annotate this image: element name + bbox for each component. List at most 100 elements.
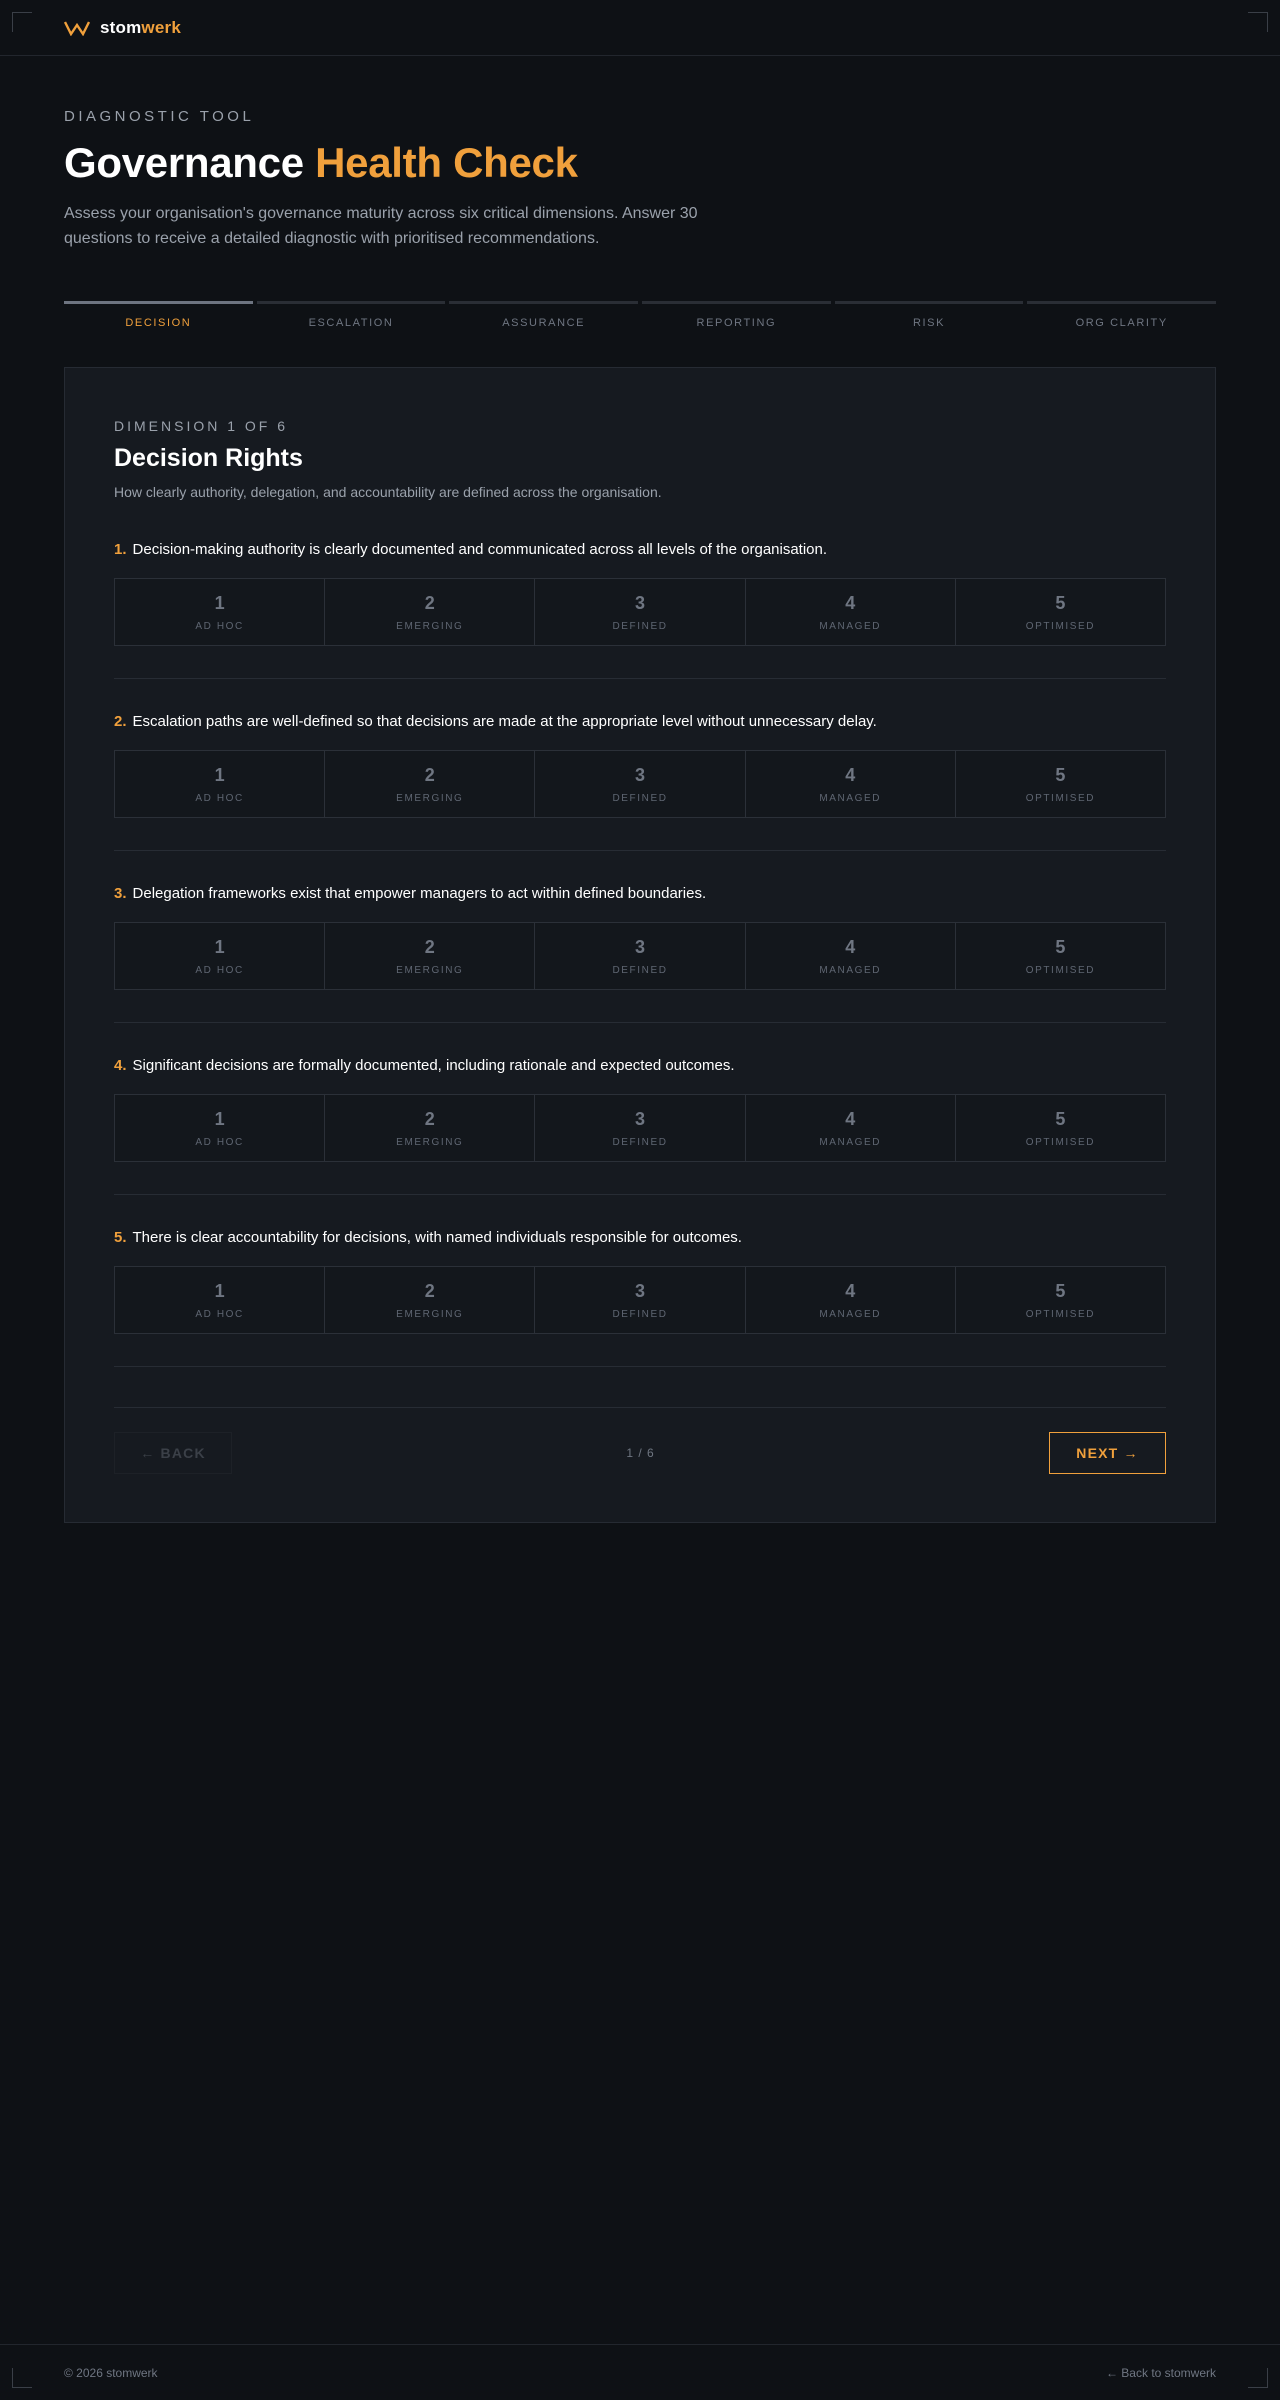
rating-scale: 1 AD HOC 2 EMERGING 3 DEFINED 4 MANAGED 5 OPTIMIS… [114, 1266, 1166, 1334]
rating-value: 5 [1055, 592, 1066, 613]
rating-option-1[interactable]: 1 AD HOC [115, 579, 326, 645]
rating-value: 1 [214, 592, 225, 613]
question-number: 1. [114, 541, 127, 558]
step-tab-risk[interactable]: RISK [834, 301, 1024, 329]
question-text: 1. Decision-making authority is clearly d… [114, 540, 1166, 560]
corner-mark [1248, 12, 1268, 32]
rating-option-1[interactable]: 1 AD HOC [115, 1267, 326, 1333]
rating-value: 2 [424, 764, 435, 785]
rating-label: MANAGED [819, 1136, 882, 1148]
rating-option-1[interactable]: 1 AD HOC [115, 751, 326, 817]
rating-option-5[interactable]: 5 OPTIMISED [955, 1095, 1166, 1161]
rating-option-4[interactable]: 4 MANAGED [745, 579, 956, 645]
rating-option-2[interactable]: 2 EMERGING [325, 1095, 536, 1161]
rating-value: 4 [845, 592, 856, 613]
rating-option-3[interactable]: 3 DEFINED [535, 579, 746, 645]
rating-value: 2 [424, 936, 435, 957]
step-label: ESCALATION [308, 317, 394, 329]
brand-name: stomwerk [100, 17, 181, 37]
rating-label: OPTIMISED [1025, 964, 1096, 976]
rating-option-2[interactable]: 2 EMERGING [325, 923, 536, 989]
card-navigation: ← BACK 1 / 6 NEXT → [114, 1407, 1166, 1474]
step-progress-bar [64, 301, 253, 304]
question-item: 3. Delegation frameworks exist that empow… [114, 851, 1166, 1023]
rating-option-2[interactable]: 2 EMERGING [325, 751, 536, 817]
brand-logo-link[interactable]: stomwerk [64, 18, 181, 38]
hero-eyebrow: DIAGNOSTIC TOOL [64, 108, 255, 125]
back-button[interactable]: ← BACK [114, 1432, 232, 1474]
rating-option-5[interactable]: 5 OPTIMISED [955, 1267, 1166, 1333]
step-tab-assurance[interactable]: ASSURANCE [449, 301, 639, 329]
question-item: 4. Significant decisions are formally doc… [114, 1023, 1166, 1195]
step-tab-escalation[interactable]: ESCALATION [256, 301, 446, 329]
rating-label: EMERGING [396, 964, 464, 976]
step-tab-org-clarity[interactable]: ORG CLARITY [1027, 301, 1217, 329]
rating-label: EMERGING [396, 1136, 464, 1148]
question-text: 2. Escalation paths are well-defined so t… [114, 712, 1166, 732]
rating-option-4[interactable]: 4 MANAGED [745, 1267, 956, 1333]
rating-label: OPTIMISED [1025, 1136, 1096, 1148]
rating-option-5[interactable]: 5 OPTIMISED [955, 751, 1166, 817]
step-progress-bar [642, 301, 831, 304]
question-number: 2. [114, 713, 127, 730]
question-body: Escalation paths are well-defined so tha… [132, 713, 877, 730]
rating-option-3[interactable]: 3 DEFINED [535, 1095, 746, 1161]
rating-option-3[interactable]: 3 DEFINED [535, 1267, 746, 1333]
rating-value: 5 [1055, 1280, 1066, 1301]
rating-value: 5 [1055, 936, 1066, 957]
rating-value: 3 [635, 764, 646, 785]
question-list: 1. Decision-making authority is clearly d… [114, 540, 1166, 1367]
rating-label: OPTIMISED [1025, 792, 1096, 804]
question-number: 3. [114, 885, 127, 902]
dimension-title: Decision Rights [114, 444, 303, 472]
rating-value: 2 [424, 1108, 435, 1129]
rating-label: AD HOC [195, 620, 244, 632]
rating-option-4[interactable]: 4 MANAGED [745, 751, 956, 817]
rating-label: OPTIMISED [1025, 1308, 1096, 1320]
rating-value: 2 [424, 592, 435, 613]
step-progress-bar [449, 301, 639, 304]
step-tab-decision[interactable]: DECISION [64, 301, 253, 329]
step-label: DECISION [125, 317, 192, 329]
rating-value: 4 [845, 764, 856, 785]
rating-label: MANAGED [819, 620, 882, 632]
rating-option-5[interactable]: 5 OPTIMISED [955, 579, 1166, 645]
back-to-site-link[interactable]: ← Back to stomwerk [1106, 2366, 1216, 2380]
rating-option-2[interactable]: 2 EMERGING [325, 579, 536, 645]
step-label: ASSURANCE [502, 317, 586, 329]
rating-option-2[interactable]: 2 EMERGING [325, 1267, 536, 1333]
rating-option-5[interactable]: 5 OPTIMISED [955, 923, 1166, 989]
step-tab-reporting[interactable]: REPORTING [642, 301, 831, 329]
step-progress-bar [834, 301, 1024, 304]
rating-value: 5 [1055, 1108, 1066, 1129]
rating-value: 1 [214, 936, 225, 957]
question-body: There is clear accountability for decisi… [132, 1229, 742, 1246]
rating-option-1[interactable]: 1 AD HOC [115, 1095, 326, 1161]
question-text: 3. Delegation frameworks exist that empow… [114, 884, 1166, 904]
rating-option-4[interactable]: 4 MANAGED [745, 1095, 956, 1161]
page-title: Governance Health Check [64, 139, 578, 186]
rating-value: 1 [214, 1280, 225, 1301]
next-button[interactable]: NEXT → [1048, 1432, 1166, 1474]
rating-value: 5 [1055, 764, 1066, 785]
rating-label: DEFINED [612, 792, 668, 804]
rating-scale: 1 AD HOC 2 EMERGING 3 DEFINED 4 MANAGED 5 OPTIMIS… [114, 750, 1166, 818]
question-item: 2. Escalation paths are well-defined so t… [114, 679, 1166, 851]
rating-label: MANAGED [819, 1308, 882, 1320]
rating-option-3[interactable]: 3 DEFINED [535, 751, 746, 817]
step-progress-bar [1027, 301, 1217, 304]
hero: DIAGNOSTIC TOOL Governance Health Check … [0, 56, 1280, 251]
rating-label: MANAGED [819, 964, 882, 976]
rating-scale: 1 AD HOC 2 EMERGING 3 DEFINED 4 MANAGED 5 OPTIMIS… [114, 578, 1166, 646]
rating-option-1[interactable]: 1 AD HOC [115, 923, 326, 989]
question-body: Delegation frameworks exist that empower… [132, 885, 707, 902]
question-number: 5. [114, 1229, 127, 1246]
rating-option-4[interactable]: 4 MANAGED [745, 923, 956, 989]
rating-value: 3 [635, 1280, 646, 1301]
page-description: Assess your organisation's governance ma… [64, 205, 698, 247]
rating-label: DEFINED [612, 620, 668, 632]
rating-label: DEFINED [612, 1308, 668, 1320]
rating-option-3[interactable]: 3 DEFINED [535, 923, 746, 989]
step-label: REPORTING [696, 317, 777, 329]
step-label: ORG CLARITY [1075, 317, 1168, 329]
